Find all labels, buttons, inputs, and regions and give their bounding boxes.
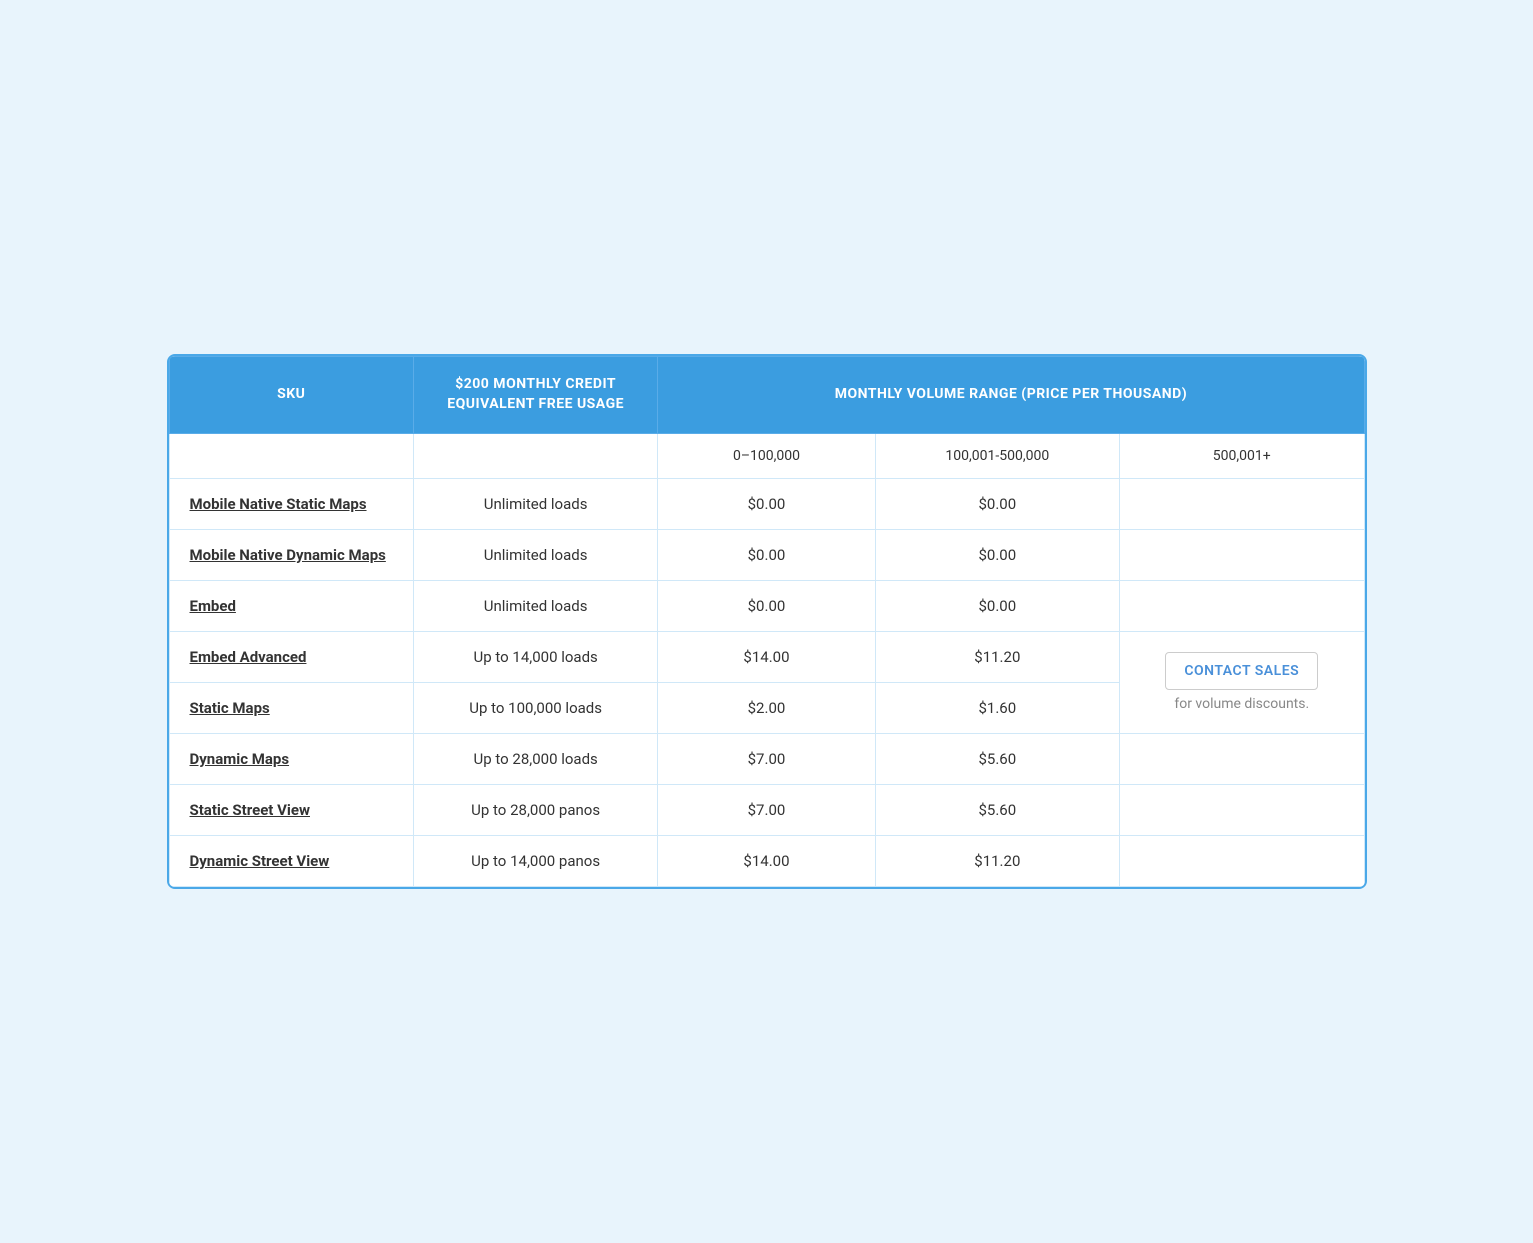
range2-cell: $5.60	[875, 733, 1119, 784]
sku-cell: Dynamic Street View	[169, 835, 413, 886]
range1-cell: $2.00	[658, 682, 875, 733]
sku-cell: Mobile Native Static Maps	[169, 478, 413, 529]
sku-cell: Static Maps	[169, 682, 413, 733]
table-row: Dynamic Street View Up to 14,000 panos$14…	[169, 835, 1364, 886]
pricing-table-container: SKU $200 Monthly Credit Equivalent Free …	[167, 354, 1367, 888]
table-row: Mobile Native Dynamic Maps Unlimited load…	[169, 529, 1364, 580]
sku-cell: Embed	[169, 580, 413, 631]
pricing-table: SKU $200 Monthly Credit Equivalent Free …	[169, 356, 1365, 886]
table-row: EmbedUnlimited loads$0.00$0.00	[169, 580, 1364, 631]
credit-cell: Up to 28,000 loads	[413, 733, 657, 784]
contact-sales-note: for volume discounts.	[1128, 696, 1355, 712]
credit-cell: Up to 14,000 loads	[413, 631, 657, 682]
range1-cell: $14.00	[658, 631, 875, 682]
subheader-range1: 0–100,000	[658, 433, 875, 478]
range3-cell	[1120, 580, 1364, 631]
range1-cell: $14.00	[658, 835, 875, 886]
range1-cell: $7.00	[658, 733, 875, 784]
range2-cell: $0.00	[875, 478, 1119, 529]
table-subheader-row: 0–100,000 100,001-500,000 500,001+	[169, 433, 1364, 478]
credit-cell: Unlimited loads	[413, 478, 657, 529]
sku-link[interactable]: Embed	[190, 597, 236, 615]
table-row: Dynamic Maps Up to 28,000 loads$7.00$5.60	[169, 733, 1364, 784]
contact-sales-button[interactable]: CONTACT SALES	[1165, 652, 1318, 690]
sku-cell: Mobile Native Dynamic Maps	[169, 529, 413, 580]
table-row: Embed Advanced Up to 14,000 loads$14.00$1…	[169, 631, 1364, 682]
range2-cell: $0.00	[875, 580, 1119, 631]
range3-cell	[1120, 784, 1364, 835]
range2-cell: $0.00	[875, 529, 1119, 580]
table-row: Mobile Native Static Maps Unlimited loads…	[169, 478, 1364, 529]
sku-link[interactable]: Mobile Native Static Maps	[190, 495, 367, 513]
range2-cell: $11.20	[875, 631, 1119, 682]
sku-cell: Dynamic Maps	[169, 733, 413, 784]
table-header-row: SKU $200 Monthly Credit Equivalent Free …	[169, 357, 1364, 433]
sku-link[interactable]: Embed Advanced	[190, 648, 307, 666]
credit-cell: Up to 28,000 panos	[413, 784, 657, 835]
range1-cell: $0.00	[658, 529, 875, 580]
table-row: Static Street View Up to 28,000 panos$7.0…	[169, 784, 1364, 835]
sku-link[interactable]: Dynamic Street View	[190, 852, 330, 870]
sku-cell: Static Street View	[169, 784, 413, 835]
range1-cell: $7.00	[658, 784, 875, 835]
table-body: Mobile Native Static Maps Unlimited loads…	[169, 478, 1364, 886]
range1-cell: $0.00	[658, 580, 875, 631]
subheader-credit-empty	[413, 433, 657, 478]
credit-cell: Up to 100,000 loads	[413, 682, 657, 733]
range2-cell: $1.60	[875, 682, 1119, 733]
range1-cell: $0.00	[658, 478, 875, 529]
sku-link[interactable]: Static Maps	[190, 699, 270, 717]
sku-link[interactable]: Static Street View	[190, 801, 310, 819]
credit-cell: Unlimited loads	[413, 529, 657, 580]
header-credit: $200 Monthly Credit Equivalent Free Usag…	[413, 357, 657, 433]
range3-cell	[1120, 733, 1364, 784]
range3-cell	[1120, 478, 1364, 529]
subheader-sku-empty	[169, 433, 413, 478]
range3-cell: CONTACT SALES for volume discounts.	[1120, 631, 1364, 733]
sku-link[interactable]: Mobile Native Dynamic Maps	[190, 546, 386, 564]
header-sku: SKU	[169, 357, 413, 433]
sku-cell: Embed Advanced	[169, 631, 413, 682]
header-monthly-range: Monthly Volume Range (Price Per Thousand…	[658, 357, 1364, 433]
subheader-range3: 500,001+	[1120, 433, 1364, 478]
range3-cell	[1120, 529, 1364, 580]
range2-cell: $11.20	[875, 835, 1119, 886]
credit-cell: Unlimited loads	[413, 580, 657, 631]
sku-link[interactable]: Dynamic Maps	[190, 750, 290, 768]
credit-cell: Up to 14,000 panos	[413, 835, 657, 886]
range3-cell	[1120, 835, 1364, 886]
range2-cell: $5.60	[875, 784, 1119, 835]
subheader-range2: 100,001-500,000	[875, 433, 1119, 478]
